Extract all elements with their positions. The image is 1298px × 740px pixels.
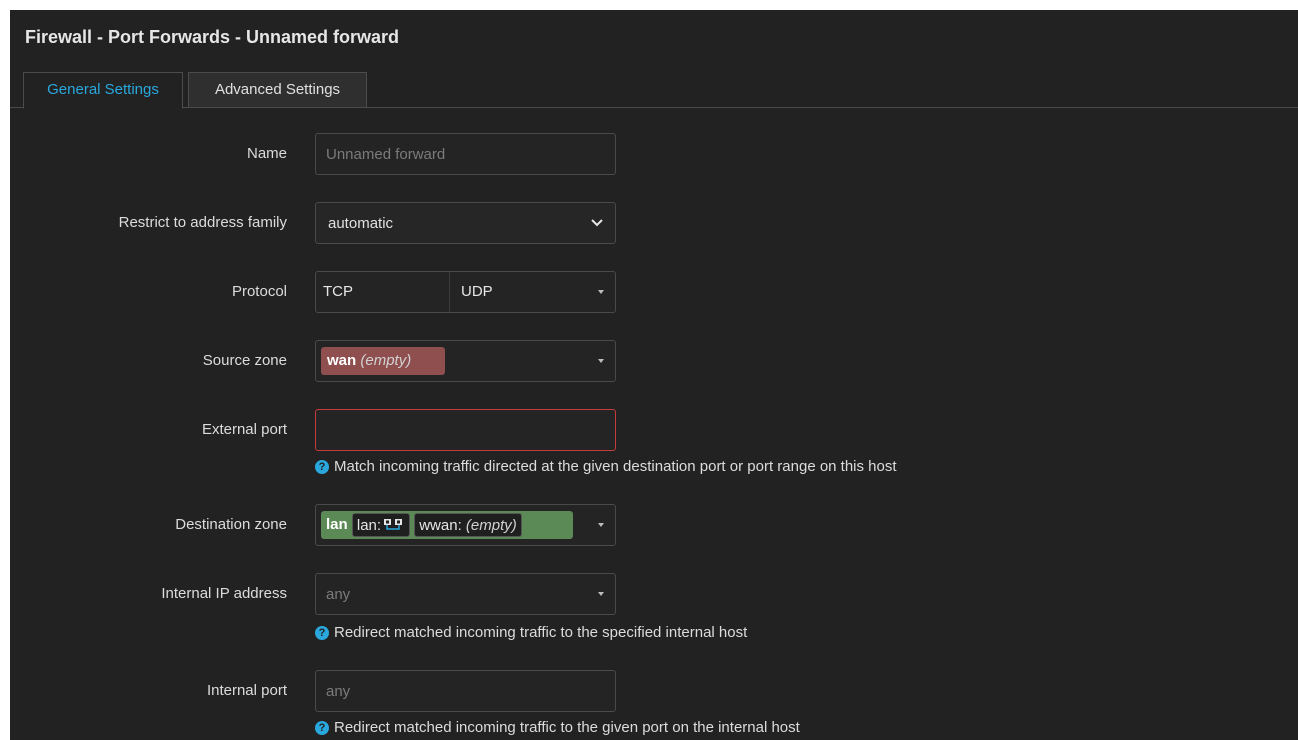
help-icon: ?: [315, 626, 329, 640]
external-port-field: [315, 409, 616, 451]
name-field: [315, 133, 616, 175]
caret-down-icon: [598, 592, 604, 596]
source-zone-select[interactable]: wan (empty): [315, 340, 616, 382]
tab-general-settings[interactable]: General Settings: [23, 72, 183, 109]
network-lan: lan:: [351, 513, 411, 537]
network-icon: [384, 519, 403, 530]
internal-ip-select[interactable]: [315, 573, 616, 615]
zone-name: lan: [326, 516, 348, 533]
protocol-option-udp: UDP: [461, 283, 493, 300]
internal-ip-help: ? Redirect matched incoming traffic to th…: [315, 624, 747, 641]
help-text: Redirect matched incoming traffic to the…: [334, 624, 748, 641]
network-name: lan:: [356, 517, 382, 534]
help-text: Redirect matched incoming traffic to the…: [334, 719, 800, 736]
caret-down-icon: [598, 359, 604, 363]
external-port-label: External port: [201, 421, 287, 438]
address-family-select[interactable]: automatic: [315, 202, 616, 244]
network-wwan: wwan: (empty): [414, 513, 522, 537]
chevron-down-icon: [591, 219, 603, 227]
protocol-select[interactable]: TCP UDP: [315, 271, 616, 313]
zone-badge-wan: wan (empty): [321, 347, 445, 375]
address-family-label: Restrict to address family: [118, 214, 287, 231]
address-family-value: automatic: [328, 215, 394, 232]
internal-ip-input[interactable]: [316, 574, 615, 614]
network-name: wwan:: [419, 517, 462, 534]
help-text: Match incoming traffic directed at the g…: [334, 458, 897, 475]
protocol-divider: [449, 272, 450, 312]
port-forward-dialog: Firewall - Port Forwards - Unnamed forwa…: [10, 10, 1298, 740]
protocol-option-tcp: TCP: [323, 283, 353, 300]
help-icon: ?: [315, 721, 329, 735]
protocol-label: Protocol: [231, 283, 287, 300]
tab-bar: General Settings Advanced Settings: [10, 72, 1298, 109]
name-label: Name: [246, 145, 287, 162]
internal-ip-label: Internal IP address: [161, 585, 287, 602]
dialog-title: Firewall - Port Forwards - Unnamed forwa…: [25, 27, 400, 47]
internal-port-field: [315, 670, 616, 712]
network-note: (empty): [465, 517, 517, 534]
help-icon: ?: [315, 460, 329, 474]
internal-port-help: ? Redirect matched incoming traffic to th…: [315, 719, 800, 736]
caret-down-icon: [598, 523, 604, 527]
tab-advanced-settings[interactable]: Advanced Settings: [188, 72, 367, 108]
name-input[interactable]: [316, 134, 615, 174]
internal-port-input[interactable]: [316, 671, 615, 711]
destination-zone-select[interactable]: lan lan: wwan: (empty): [315, 504, 616, 546]
zone-name: wan: [327, 352, 357, 369]
source-zone-label: Source zone: [202, 352, 287, 369]
internal-port-label: Internal port: [206, 682, 287, 699]
external-port-input[interactable]: [316, 410, 615, 450]
destination-zone-label: Destination zone: [175, 516, 287, 533]
external-port-help: ? Match incoming traffic directed at the …: [315, 458, 897, 475]
caret-down-icon: [598, 290, 604, 294]
zone-badge-lan: lan lan: wwan: (empty): [321, 511, 573, 539]
zone-note: (empty): [360, 352, 412, 369]
